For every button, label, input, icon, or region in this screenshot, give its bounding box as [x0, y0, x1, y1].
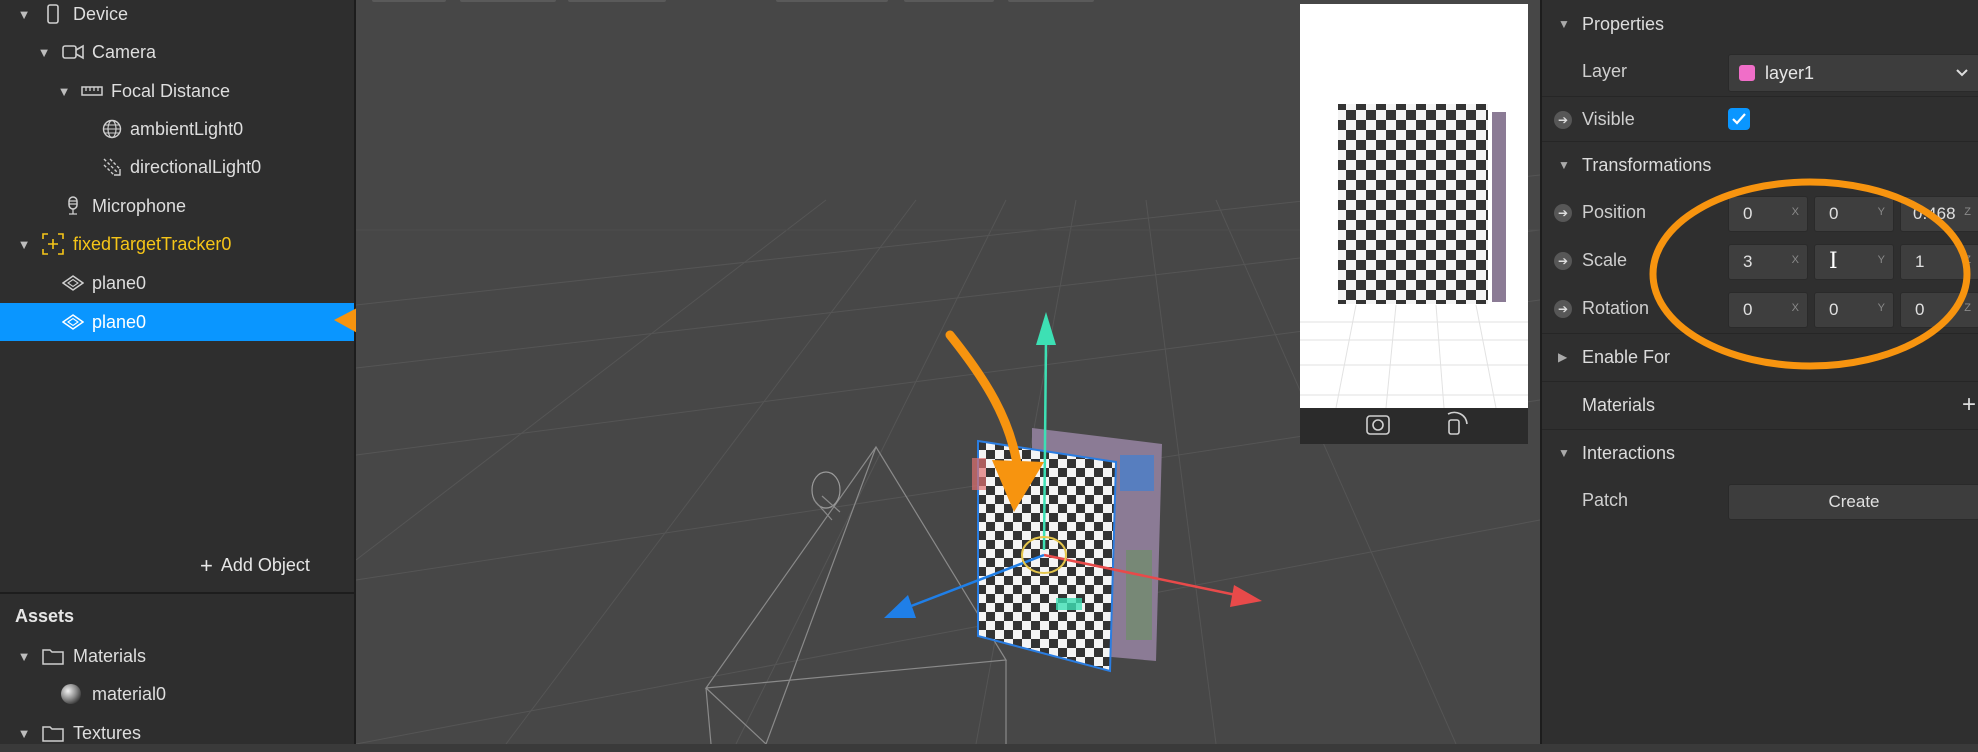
- scene-item-label: Focal Distance: [111, 80, 231, 101]
- assets-title: Assets: [15, 606, 75, 626]
- caret-down-icon[interactable]: ▼: [1558, 158, 1570, 172]
- scene-item-focal-distance[interactable]: ▼ Focal Distance: [0, 72, 354, 110]
- scene-item-label: plane0: [92, 311, 147, 332]
- caret-down-icon[interactable]: ▼: [17, 237, 31, 252]
- scene-item-ambient-light[interactable]: ambientLight0: [0, 110, 354, 148]
- visible-row: ➔ Visible: [1542, 96, 1978, 144]
- caret-down-icon[interactable]: ▼: [17, 649, 31, 664]
- layer-label: Layer: [1582, 61, 1628, 81]
- link-arrow-icon[interactable]: ➔: [1554, 204, 1572, 222]
- visible-label: Visible: [1582, 109, 1635, 129]
- scene-item-directional-light[interactable]: directionalLight0: [0, 148, 354, 186]
- chevron-down-icon: [1955, 63, 1969, 84]
- scene-item-label: ambientLight0: [130, 118, 244, 139]
- folder-icon: [42, 645, 64, 667]
- scene-item-target-tracker[interactable]: ▼ fixedTargetTracker0: [0, 225, 354, 263]
- ruler-icon: [81, 80, 103, 102]
- directional-light-icon: [101, 156, 123, 178]
- scene-item-label: Device: [73, 3, 129, 24]
- link-arrow-icon[interactable]: ➔: [1554, 111, 1572, 129]
- scene-item-label: fixedTargetTracker0: [73, 233, 232, 254]
- create-patch-button[interactable]: Create: [1728, 484, 1978, 520]
- add-material-button[interactable]: +: [1962, 391, 1976, 419]
- section-label: Materials: [1582, 394, 1656, 415]
- scene-item-microphone[interactable]: Microphone: [0, 187, 354, 225]
- annotation-circle: [1649, 178, 1971, 370]
- scene-panel: ▼ Device ▼ Camera ▼ Focal Distance ambie…: [0, 0, 354, 592]
- position-label: Position: [1582, 202, 1647, 222]
- viewport-canvas[interactable]: [356, 0, 1540, 744]
- caret-down-icon[interactable]: ▼: [1558, 17, 1570, 31]
- left-panel: ▼ Device ▼ Camera ▼ Focal Distance ambie…: [0, 0, 356, 744]
- link-arrow-icon[interactable]: ➔: [1554, 300, 1572, 318]
- sphere-icon: [60, 683, 82, 705]
- caret-down-icon[interactable]: ▼: [17, 7, 31, 22]
- layer-select[interactable]: layer1: [1728, 54, 1978, 92]
- scene-item-camera[interactable]: ▼ Camera: [0, 33, 354, 71]
- scene-viewport[interactable]: [356, 0, 1540, 744]
- patch-row: Patch Create: [1542, 477, 1978, 525]
- plus-icon: +: [200, 552, 213, 578]
- caret-down-icon[interactable]: ▼: [1558, 446, 1570, 460]
- asset-item-label: material0: [92, 683, 167, 704]
- asset-item-materials[interactable]: ▼ Materials: [0, 637, 354, 675]
- target-tracker-icon: [42, 233, 64, 255]
- folder-icon: [42, 722, 64, 744]
- asset-item-label: Materials: [73, 645, 147, 666]
- checkmark-icon: [1732, 113, 1746, 125]
- caret-right-icon[interactable]: ▶: [1558, 350, 1567, 364]
- caret-down-icon[interactable]: ▼: [57, 84, 71, 99]
- section-properties[interactable]: ▼ Properties: [1542, 0, 1978, 48]
- scene-item-plane[interactable]: plane0: [0, 264, 354, 302]
- preview-checker: [1338, 104, 1488, 304]
- link-arrow-icon[interactable]: ➔: [1554, 252, 1572, 270]
- visible-checkbox[interactable]: [1728, 108, 1750, 130]
- scene-item-label: directionalLight0: [130, 156, 262, 177]
- section-label: Interactions: [1582, 442, 1676, 463]
- camera-icon: [62, 41, 84, 63]
- scene-item-plane-selected[interactable]: plane0: [0, 303, 354, 341]
- section-interactions[interactable]: ▼ Interactions: [1542, 429, 1978, 477]
- scale-label: Scale: [1582, 250, 1628, 270]
- plane-icon: [62, 272, 84, 294]
- device-preview[interactable]: [1300, 4, 1528, 444]
- rotation-label: Rotation: [1582, 298, 1650, 318]
- asset-item-material0[interactable]: material0: [0, 675, 354, 713]
- microphone-icon: [62, 195, 84, 217]
- add-object-button[interactable]: + Add Object: [200, 552, 310, 578]
- layer-row: Layer layer1: [1542, 48, 1978, 96]
- scene-item-label: Microphone: [92, 195, 187, 216]
- assets-header: Assets: [0, 592, 354, 636]
- layer-color-swatch: [1739, 65, 1755, 81]
- phone-icon: [42, 3, 64, 25]
- asset-item-textures[interactable]: ▼ Textures: [0, 714, 354, 752]
- plane-icon: [62, 311, 84, 333]
- scene-item-device[interactable]: ▼ Device: [0, 0, 354, 33]
- create-label: Create: [1828, 492, 1880, 511]
- patch-label: Patch: [1582, 490, 1629, 510]
- add-object-label: Add Object: [220, 555, 310, 575]
- scene-item-label: plane0: [92, 272, 147, 293]
- globe-icon: [101, 118, 123, 140]
- layer-value: layer1: [1765, 63, 1815, 83]
- scene-item-label: Camera: [92, 41, 157, 62]
- asset-item-label: Textures: [73, 722, 142, 743]
- section-materials: Materials +: [1542, 381, 1978, 429]
- caret-down-icon[interactable]: ▼: [17, 726, 31, 741]
- caret-down-icon[interactable]: ▼: [37, 45, 51, 60]
- section-label: Properties: [1582, 13, 1665, 34]
